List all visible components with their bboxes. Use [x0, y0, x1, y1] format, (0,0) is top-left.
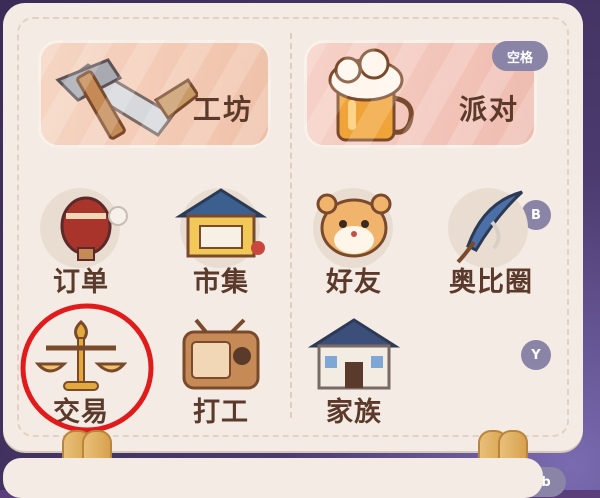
market-stall-icon: [174, 188, 268, 258]
obi-circle-label: 奥比圈: [449, 267, 533, 298]
obi-circle-button[interactable]: 奥比圈: [434, 186, 564, 301]
house-icon: [307, 318, 401, 390]
hot-air-balloon-icon: [60, 196, 128, 261]
space-hotkey-badge: 空格: [492, 41, 548, 71]
friends-button[interactable]: 好友: [299, 186, 409, 301]
market-label: 市集: [193, 267, 249, 298]
market-button[interactable]: 市集: [166, 186, 276, 301]
part-time-job-button[interactable]: 打工: [166, 316, 276, 431]
family-button[interactable]: 家族: [299, 316, 409, 431]
workshop-label: 工坊: [192, 93, 253, 126]
family-label: 家族: [326, 397, 382, 428]
feather-quill-icon: [456, 190, 524, 264]
y-hotkey-badge: Y: [521, 340, 551, 370]
friends-label: 好友: [326, 267, 382, 298]
next-panel-edge: [3, 458, 543, 498]
part-time-job-label: 打工: [193, 397, 249, 428]
workshop-button[interactable]: 工坊: [38, 40, 271, 148]
orders-button[interactable]: 订单: [26, 186, 136, 301]
panel-divider: [290, 33, 292, 418]
highlight-circle: [20, 303, 154, 433]
orders-label: 订单: [53, 267, 109, 298]
hamster-icon: [316, 193, 392, 258]
party-label: 派对: [458, 93, 519, 126]
radio-icon: [182, 318, 260, 390]
